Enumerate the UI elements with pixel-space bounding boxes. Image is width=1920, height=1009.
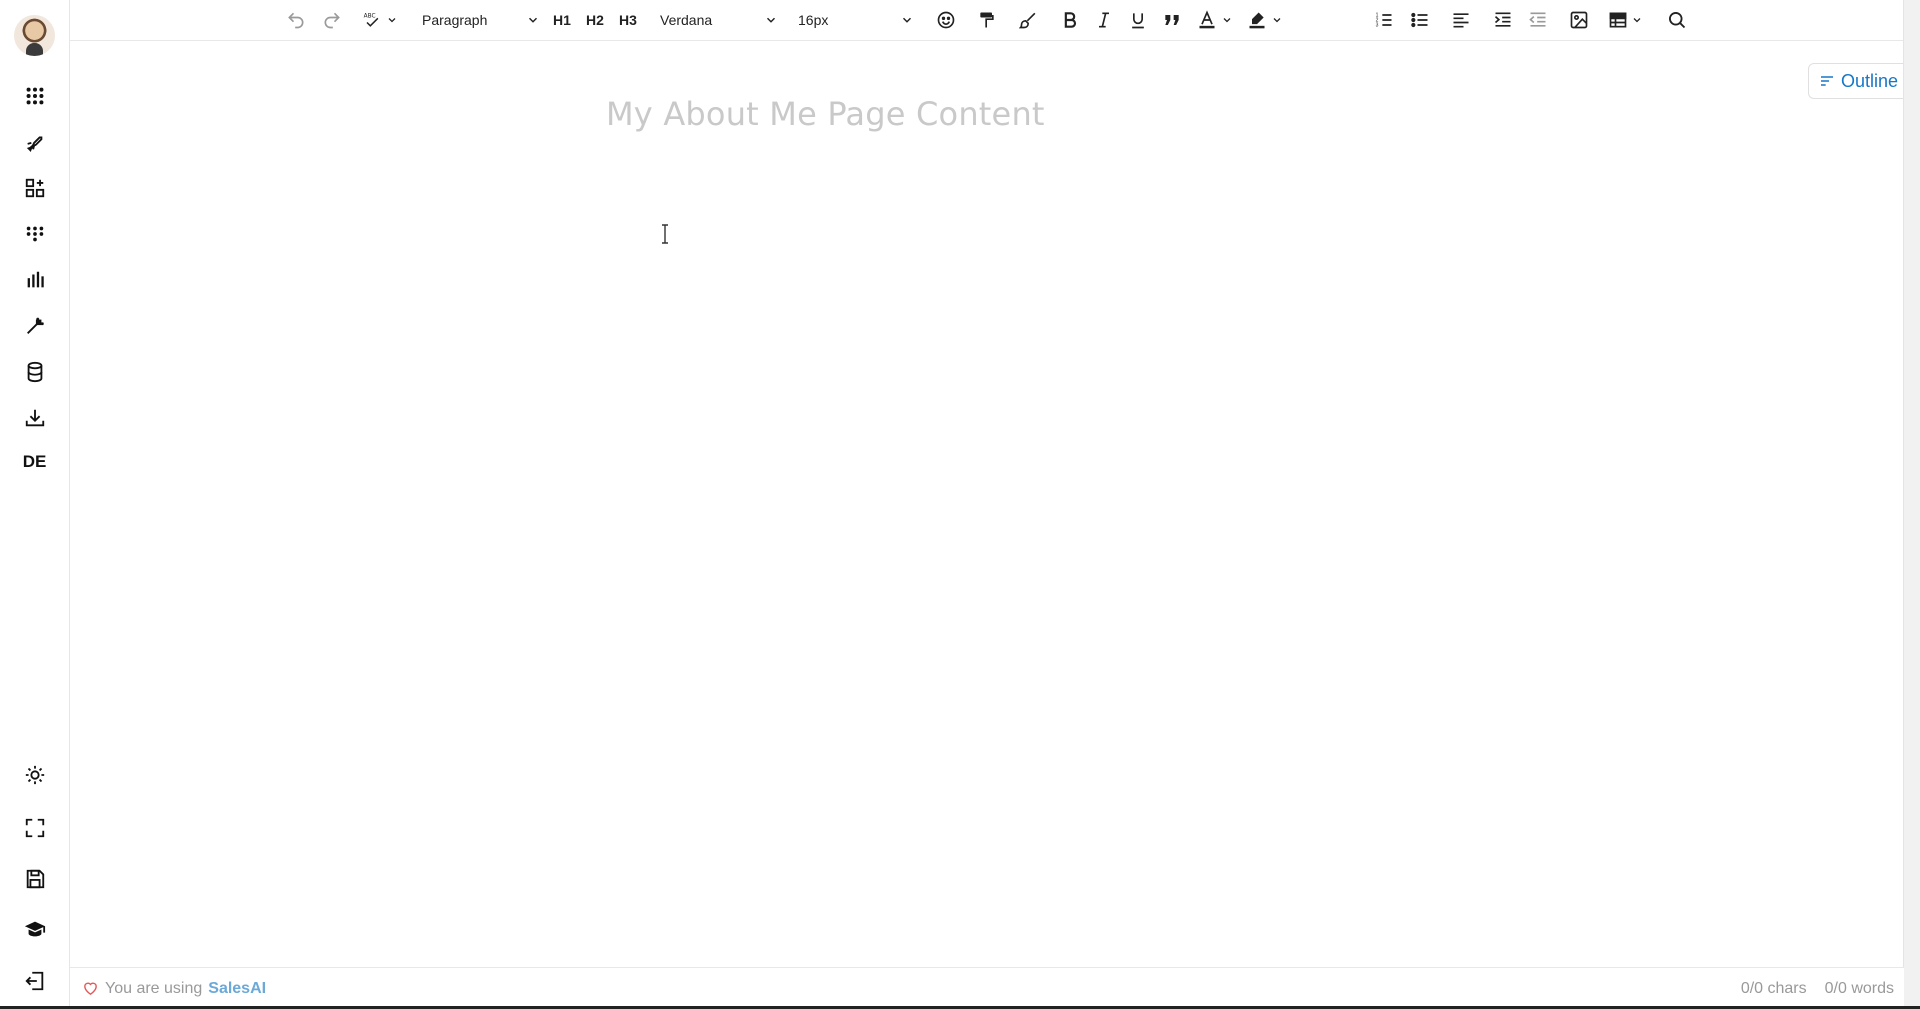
heart-icon — [84, 982, 97, 996]
redo-icon[interactable] — [318, 6, 346, 34]
apps-grid-icon[interactable] — [17, 80, 52, 112]
search-icon[interactable] — [1663, 6, 1691, 34]
vertical-scrollbar[interactable] — [1903, 0, 1920, 1009]
emoji-icon[interactable] — [932, 6, 960, 34]
italic-icon[interactable] — [1090, 6, 1118, 34]
brand-link[interactable]: SalesAI — [208, 980, 266, 998]
outdent-icon[interactable] — [1524, 6, 1552, 34]
bold-icon[interactable] — [1056, 6, 1084, 34]
bullet-list-icon[interactable] — [1406, 6, 1434, 34]
clear-format-icon[interactable] — [1015, 6, 1043, 34]
align-left-icon[interactable] — [1447, 6, 1475, 34]
spellcheck-icon[interactable]: ABC — [360, 6, 384, 34]
font-size-value: 16px — [798, 12, 829, 28]
left-sidebar: DE — [0, 0, 70, 1009]
editor-toolbar: ABC Paragraph H1 H2 H3 Verdana 16px 1 2 … — [70, 0, 1920, 41]
save-icon[interactable] — [17, 863, 52, 895]
graduation-cap-icon[interactable] — [17, 913, 52, 945]
spellcheck-chevron-down-icon[interactable] — [384, 6, 400, 34]
table-chevron-down-icon[interactable] — [1630, 6, 1644, 34]
char-count: 0/0 chars — [1740, 979, 1807, 997]
download-icon[interactable] — [17, 402, 52, 434]
heading-2-button[interactable]: H2 — [583, 6, 607, 34]
word-count: 0/0 words — [1824, 979, 1894, 997]
fullscreen-icon[interactable] — [17, 812, 52, 844]
text-color-icon[interactable] — [1194, 6, 1220, 34]
block-type-select[interactable]: Paragraph — [422, 6, 540, 34]
dial-grid-icon[interactable] — [17, 218, 52, 250]
language-toggle[interactable]: DE — [17, 446, 52, 478]
font-family-select[interactable]: Verdana — [660, 6, 778, 34]
image-icon[interactable] — [1565, 6, 1593, 34]
indent-icon[interactable] — [1489, 6, 1517, 34]
language-label: DE — [22, 452, 47, 471]
chevron-down-icon — [766, 17, 776, 23]
text-color-chevron-down-icon[interactable] — [1220, 6, 1234, 34]
heading-3-button[interactable]: H3 — [616, 6, 640, 34]
avatar[interactable] — [14, 15, 55, 56]
chevron-down-icon — [528, 17, 538, 23]
highlight-color-icon[interactable] — [1244, 6, 1270, 34]
ordered-list-icon[interactable]: 123 — [1370, 6, 1398, 34]
outline-list-icon — [1821, 76, 1833, 86]
database-icon[interactable] — [17, 356, 52, 388]
underline-icon[interactable] — [1124, 6, 1152, 34]
bar-chart-icon[interactable] — [17, 264, 52, 296]
exit-icon[interactable] — [17, 965, 52, 997]
blockquote-icon[interactable] — [1158, 6, 1186, 34]
title-placeholder[interactable]: My About Me Page Content — [606, 95, 1045, 133]
rocket-icon[interactable] — [17, 126, 52, 158]
heading-1-button[interactable]: H1 — [550, 6, 574, 34]
text-cursor-icon — [662, 224, 668, 244]
format-painter-icon[interactable] — [973, 6, 1001, 34]
outline-button[interactable]: Outline — [1808, 63, 1904, 99]
outline-label: Outline — [1841, 70, 1899, 91]
font-size-select[interactable]: 16px — [798, 6, 914, 34]
font-family-value: Verdana — [660, 12, 713, 28]
svg-text:ABC: ABC — [364, 14, 376, 20]
table-icon[interactable] — [1606, 6, 1630, 34]
magic-wand-icon[interactable] — [17, 310, 52, 342]
highlight-chevron-down-icon[interactable] — [1270, 6, 1284, 34]
svg-text:3: 3 — [1376, 23, 1379, 29]
sun-icon[interactable] — [17, 759, 52, 791]
status-bar: You are using SalesAI 0/0 chars 0/0 word… — [70, 967, 1904, 1009]
block-type-value: Paragraph — [422, 12, 488, 28]
status-prefix: You are using — [105, 979, 203, 997]
chevron-down-icon — [902, 17, 912, 23]
widgets-add-icon[interactable] — [17, 172, 52, 204]
editor-area[interactable]: My About Me Page Content Outline — [70, 41, 1904, 968]
undo-icon[interactable] — [282, 6, 310, 34]
